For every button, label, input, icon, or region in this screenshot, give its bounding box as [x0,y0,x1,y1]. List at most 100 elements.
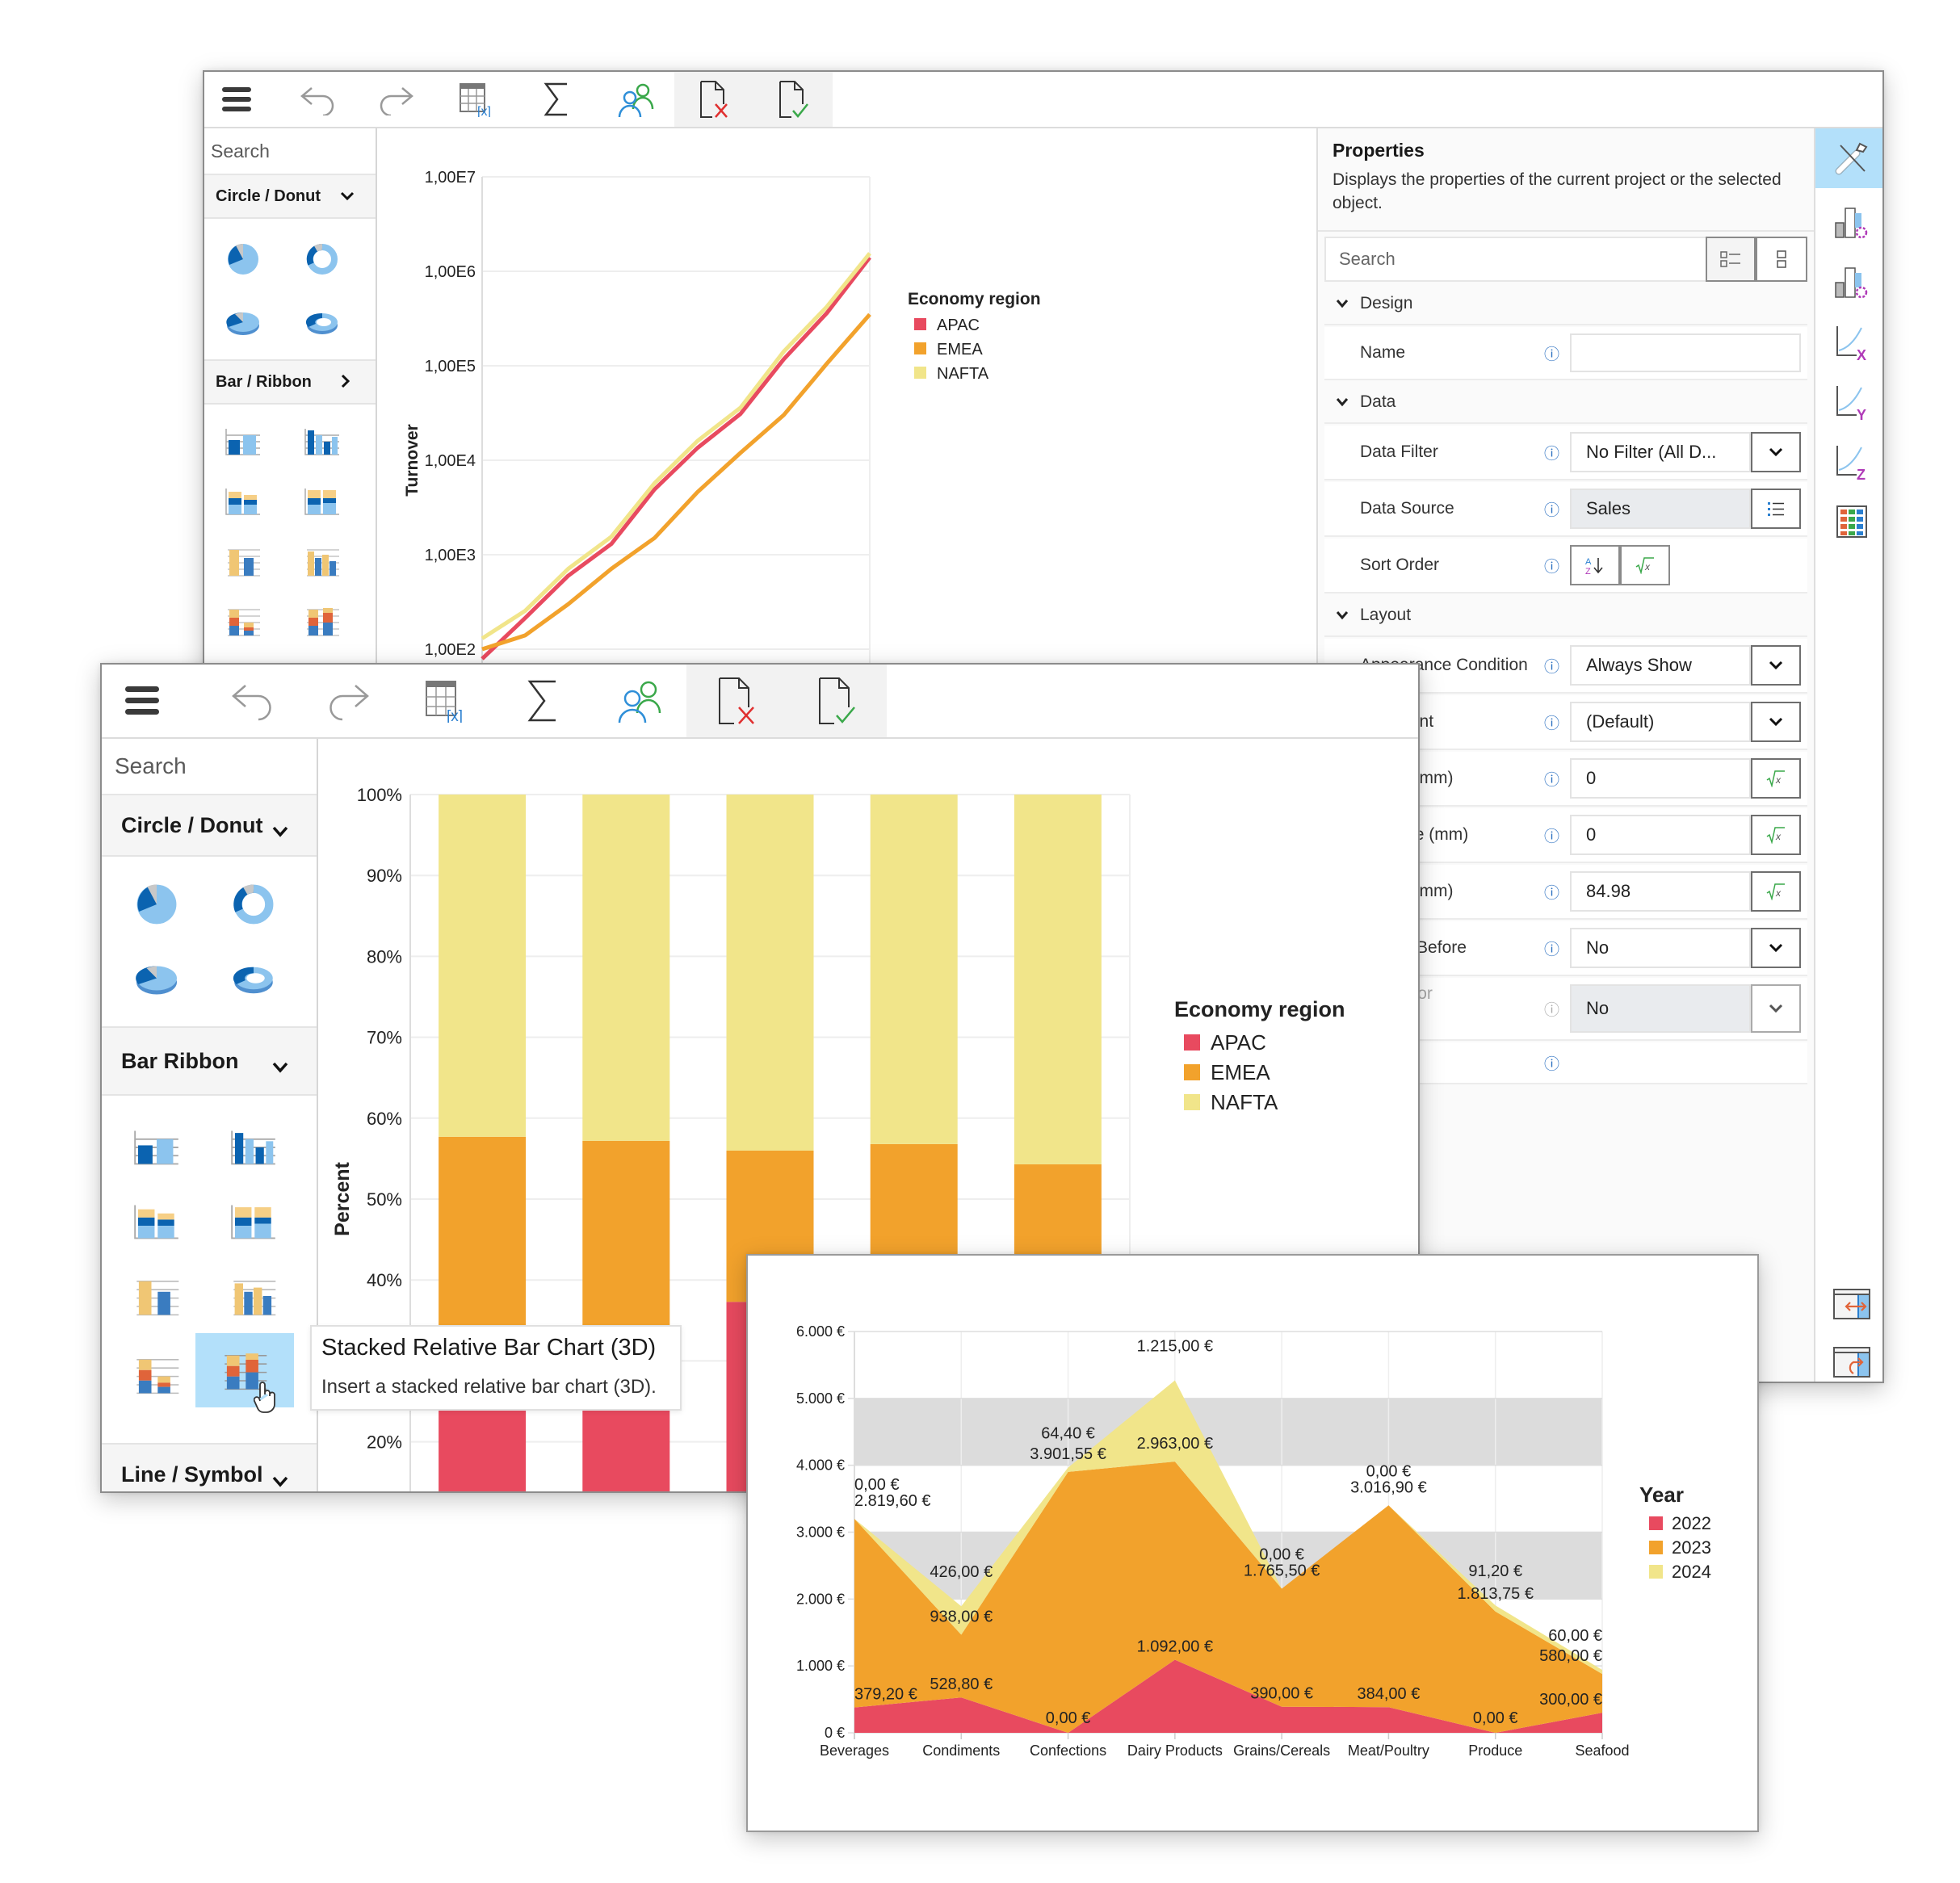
pie-3d-chart-option[interactable] [211,300,275,348]
appearance-condition-dropdown-button[interactable] [1751,645,1801,686]
stacked-bar-3d-chart-option[interactable] [211,598,275,644]
column-count-select[interactable]: (Default) [1570,702,1751,742]
info-icon[interactable]: ⓘ [1544,539,1559,592]
info-icon[interactable]: ⓘ [1544,808,1559,862]
donut-chart-option[interactable] [290,235,355,283]
sidebar-category-bar-ribbon[interactable]: Bar Ribbon [102,1028,317,1096]
properties-tool-button[interactable] [1815,128,1882,188]
height-formula-button[interactable]: x [1751,871,1801,912]
pagebreak-before-select[interactable]: No [1570,928,1751,968]
bar-chart-option[interactable] [116,1113,197,1181]
column-count-dropdown-button[interactable] [1751,702,1801,742]
data-label-2024: 64,40 € [1041,1424,1095,1442]
sum-button[interactable] [524,72,589,127]
info-icon[interactable]: ⓘ [1544,639,1559,692]
list-icon [1768,502,1784,516]
redo-button[interactable] [364,72,429,127]
multi-bar-3d-chart-option[interactable] [213,1262,294,1330]
multi-bar-3d-chart-option[interactable] [290,539,355,584]
pie-3d-chart-option[interactable] [116,952,197,1009]
table-variables-button[interactable]: [x] [405,665,486,737]
users-button[interactable] [599,665,680,737]
stacked-relative-bar-3d-chart-option[interactable] [290,598,355,644]
discard-button[interactable] [674,72,753,127]
info-icon[interactable]: ⓘ [1544,921,1559,975]
users-button[interactable] [603,72,668,127]
stacked-bar-chart-option[interactable] [116,1188,197,1256]
sidebar-search-input[interactable]: Search [204,128,376,175]
pagebreak-before-dropdown-button[interactable] [1751,928,1801,968]
info-icon[interactable]: ⓘ [1544,1042,1559,1083]
properties-search-input[interactable]: Search [1339,238,1396,280]
sidebar-search-input[interactable]: Search [102,739,317,795]
name-input[interactable] [1570,333,1801,372]
undo-button[interactable] [212,665,292,737]
data-filter-dropdown-button[interactable] [1751,432,1801,472]
sidebar-category-line-symbol[interactable]: Line / Symbol [102,1445,317,1491]
pie-chart-option[interactable] [211,235,275,283]
space-before-formula-button[interactable]: x [1751,815,1801,855]
x-axis-button[interactable]: X [1815,314,1882,371]
z-axis-button[interactable]: Z [1815,434,1882,490]
space-before-input[interactable]: 0 [1570,815,1751,855]
sum-button[interactable] [502,665,583,737]
accept-button[interactable] [787,665,887,737]
x-tick-label: Dairy Products [1127,1743,1223,1759]
bar-3d-chart-option[interactable] [116,1262,197,1330]
categorized-view-button[interactable] [1706,237,1756,282]
sidebar-category-circle-donut[interactable]: Circle / Donut [102,795,317,857]
sidebar-category-bar-ribbon[interactable]: Bar / Ribbon [204,361,376,405]
space-for-select[interactable]: No [1570,984,1751,1033]
multi-bar-chart-option[interactable] [213,1113,294,1181]
data-source-list-button[interactable] [1751,489,1801,529]
menu-button[interactable] [102,665,183,737]
donut-3d-chart-option[interactable] [290,300,355,348]
panel-resize-button[interactable] [1815,1275,1882,1332]
data-source-field[interactable]: Sales [1570,489,1751,529]
sort-formula-button[interactable]: x [1620,545,1670,585]
data-filter-select[interactable]: No Filter (All D... [1570,432,1751,472]
appearance-condition-select[interactable]: Always Show [1570,645,1751,686]
panel-redirect-button[interactable] [1815,1333,1882,1382]
info-icon[interactable]: ⓘ [1544,752,1559,805]
info-icon[interactable]: ⓘ [1544,865,1559,918]
info-icon[interactable]: ⓘ [1544,695,1559,749]
section-design[interactable]: Design [1324,283,1807,325]
stacked-relative-bar-chart-option[interactable] [213,1188,294,1256]
info-icon[interactable]: ⓘ [1544,327,1559,379]
stacked-relative-bar-3d-chart-option[interactable] [195,1333,294,1413]
section-data[interactable]: Data [1324,382,1807,424]
info-icon[interactable]: ⓘ [1544,426,1559,479]
pie-chart-option[interactable] [116,876,197,933]
menu-button[interactable] [204,72,269,127]
info-icon[interactable]: ⓘ [1544,482,1559,535]
space-after-input[interactable]: 0 [1570,758,1751,799]
space-after-formula-button[interactable]: x [1751,758,1801,799]
x-tick-label: Confections [1030,1743,1106,1759]
table-variables-button[interactable]: [x] [443,72,508,127]
sort-az-button[interactable]: AZ [1570,545,1620,585]
info-icon[interactable]: ⓘ [1544,978,1559,1039]
stacked-bar-3d-chart-option[interactable] [116,1338,197,1411]
y-axis-button[interactable]: Y [1815,374,1882,430]
x-tick-label: Condiments [922,1743,1000,1759]
donut-chart-option[interactable] [213,876,294,933]
chart-properties-button-2[interactable] [1815,254,1882,311]
chart-properties-button-1[interactable] [1815,195,1882,251]
color-table-button[interactable] [1815,493,1882,550]
space-for-dropdown-button[interactable] [1751,984,1801,1033]
undo-button[interactable] [285,72,350,127]
alphabetic-view-button[interactable] [1756,237,1807,282]
discard-button[interactable] [686,665,787,737]
height-input[interactable]: 84.98 [1570,871,1751,912]
multi-bar-chart-option[interactable] [290,419,355,464]
section-layout[interactable]: Layout [1324,595,1807,637]
bar-3d-chart-option[interactable] [211,539,275,584]
redo-button[interactable] [308,665,389,737]
stacked-bar-chart-option[interactable] [211,479,275,524]
accept-button[interactable] [753,72,833,127]
donut-3d-chart-option[interactable] [213,952,294,1009]
bar-chart-option[interactable] [211,419,275,464]
stacked-relative-bar-chart-option[interactable] [290,479,355,524]
sidebar-category-circle-donut[interactable]: Circle / Donut [204,175,376,219]
